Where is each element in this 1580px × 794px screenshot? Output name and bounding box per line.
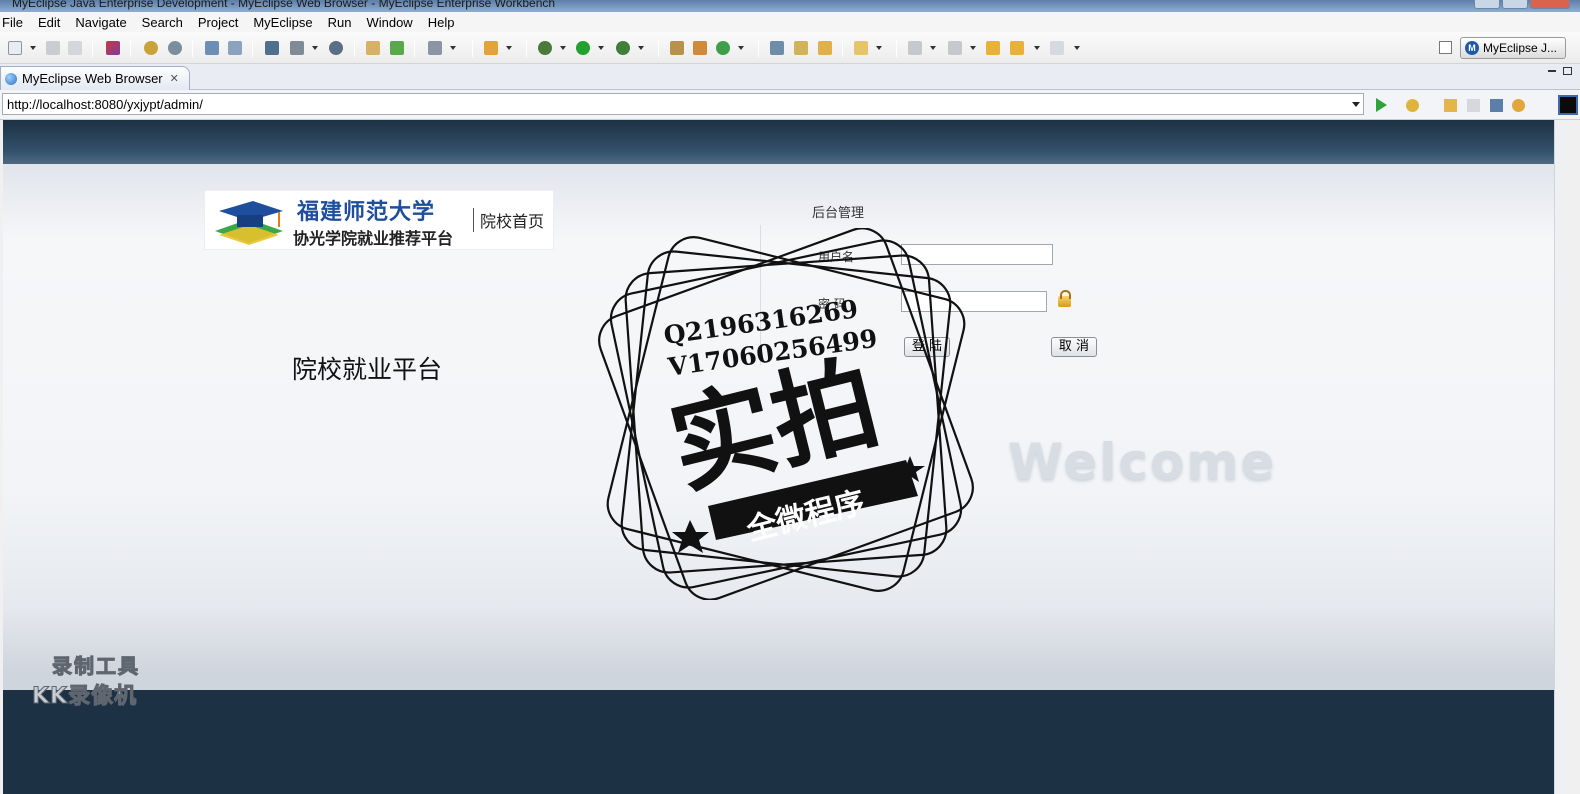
back-dropdown-icon[interactable] [1034, 46, 1040, 50]
import-icon[interactable] [390, 41, 404, 55]
menu-myeclipse[interactable]: MyEclipse [246, 15, 320, 30]
minimize-icon[interactable] [1474, 0, 1500, 9]
university-name: 福建师范大学 [297, 200, 436, 225]
menu-bar: File Edit Navigate Search Project MyEcli… [0, 12, 1580, 32]
close-window-icon[interactable] [1530, 0, 1570, 9]
folder-icon[interactable] [854, 41, 868, 55]
lock-icon [1058, 290, 1071, 307]
myeclipse-icon: M [1465, 41, 1479, 55]
save-icon[interactable] [46, 41, 60, 55]
minimize-view-icon[interactable] [1548, 70, 1556, 72]
server-icon[interactable] [168, 41, 182, 55]
forward-icon[interactable] [1050, 41, 1064, 55]
folder-dropdown-icon[interactable] [876, 46, 882, 50]
menu-run[interactable]: Run [321, 15, 360, 30]
url-history-dropdown-icon[interactable] [1352, 102, 1360, 107]
open-resource-icon[interactable] [818, 41, 832, 55]
tab-myeclipse-web-browser[interactable]: MyEclipse Web Browser ✕ [0, 66, 190, 90]
perspective-label: MyEclipse J... [1483, 41, 1558, 55]
deploy-dropdown-icon[interactable] [312, 46, 318, 50]
next-annotation-icon[interactable] [908, 41, 922, 55]
screenshot-icon[interactable] [428, 41, 442, 55]
debug-dropdown-icon[interactable] [560, 46, 566, 50]
refactor-icon[interactable] [228, 41, 242, 55]
new-icon[interactable] [8, 41, 22, 55]
shoot-stamp-watermark: Q2196316269 V17060256499 实拍 全微程序 [598, 228, 974, 600]
myeclipse-perspective-button[interactable]: M MyEclipse J... [1460, 37, 1566, 59]
maximize-icon[interactable] [1502, 0, 1528, 9]
menu-project[interactable]: Project [191, 15, 246, 30]
menu-search[interactable]: Search [135, 15, 191, 30]
package-icon[interactable] [106, 41, 120, 55]
platform-title: 院校就业平台 [292, 355, 443, 384]
back-icon[interactable] [1010, 41, 1024, 55]
browser-forward-icon[interactable] [1467, 99, 1480, 112]
last-edit-icon[interactable] [986, 41, 1000, 55]
window-title: MyEclipse Java Enterprise Development - … [12, 0, 556, 10]
browser-refresh-icon[interactable] [1512, 99, 1525, 112]
search-icon[interactable] [205, 41, 219, 55]
next-annotation-dropdown-icon[interactable] [930, 46, 936, 50]
open-task-icon[interactable] [794, 41, 808, 55]
menu-edit[interactable]: Edit [31, 15, 68, 30]
new-wizard-icon[interactable] [484, 41, 498, 55]
previous-annotation-dropdown-icon[interactable] [970, 46, 976, 50]
maximize-view-icon[interactable] [1563, 67, 1572, 75]
favorites-icon[interactable] [1406, 99, 1419, 112]
recorder-line1: 录制工具 [52, 654, 140, 679]
page-header-band [3, 120, 1554, 164]
menu-file[interactable]: File [0, 15, 31, 30]
new-dropdown-icon[interactable] [30, 46, 36, 50]
screenshot-dropdown-icon[interactable] [450, 46, 456, 50]
login-header: 后台管理 [812, 206, 865, 221]
open-type-icon[interactable] [770, 41, 784, 55]
external-tools-dropdown-icon[interactable] [638, 46, 644, 50]
open-perspective-icon[interactable] [1439, 41, 1452, 54]
new-class-icon[interactable] [693, 41, 707, 55]
close-tab-icon[interactable]: ✕ [170, 72, 179, 85]
menu-help[interactable]: Help [421, 15, 463, 30]
url-input[interactable] [2, 93, 1364, 115]
preview-icon[interactable] [1558, 95, 1578, 115]
deploy-icon[interactable] [265, 41, 279, 55]
browser-back-icon[interactable] [1444, 99, 1457, 112]
debug-icon[interactable] [144, 41, 158, 55]
stop-icon[interactable] [1490, 99, 1503, 112]
refresh-icon[interactable] [716, 41, 730, 55]
window-controls [1474, 0, 1570, 9]
globe-icon [5, 72, 17, 85]
previous-annotation-icon[interactable] [948, 41, 962, 55]
editor-tab-bar: MyEclipse Web Browser ✕ [0, 64, 1580, 90]
run-icon[interactable] [576, 41, 590, 55]
print-icon[interactable] [68, 41, 82, 55]
main-toolbar: M MyEclipse J... [0, 32, 1580, 64]
browser-icon[interactable] [329, 41, 343, 55]
go-icon[interactable] [1376, 98, 1387, 112]
external-tools-icon[interactable] [616, 41, 630, 55]
vertical-scrollbar[interactable] [1554, 120, 1568, 794]
deploy-menu-icon[interactable] [290, 41, 304, 55]
bug-debug-icon[interactable] [538, 41, 552, 55]
cancel-button[interactable]: 取 消 [1051, 337, 1097, 357]
menu-window[interactable]: Window [359, 15, 420, 30]
forward-dropdown-icon[interactable] [1074, 46, 1080, 50]
recorder-line2: KK录像机 [31, 684, 138, 710]
platform-subtitle: 协光学院就业推荐平台 [293, 229, 454, 248]
school-home-link[interactable]: 院校首页 [473, 208, 544, 232]
browser-address-bar [0, 90, 1580, 197]
site-logo: 福建师范大学 协光学院就业推荐平台 院校首页 [204, 190, 554, 250]
new-wizard-dropdown-icon[interactable] [506, 46, 512, 50]
recorder-watermark: 录制工具 KK录像机 [31, 650, 172, 710]
tab-label: MyEclipse Web Browser [22, 71, 163, 86]
open-folder-icon[interactable] [366, 41, 380, 55]
graduation-cap-icon [215, 201, 283, 245]
menu-navigate[interactable]: Navigate [68, 15, 134, 30]
run-dropdown-icon[interactable] [598, 46, 604, 50]
refresh-dropdown-icon[interactable] [738, 46, 744, 50]
page-footer-band [3, 690, 1554, 794]
window-title-bar: MyEclipse Java Enterprise Development - … [0, 0, 1580, 12]
welcome-text: Welcome [1008, 433, 1277, 491]
new-project-icon[interactable] [670, 41, 684, 55]
